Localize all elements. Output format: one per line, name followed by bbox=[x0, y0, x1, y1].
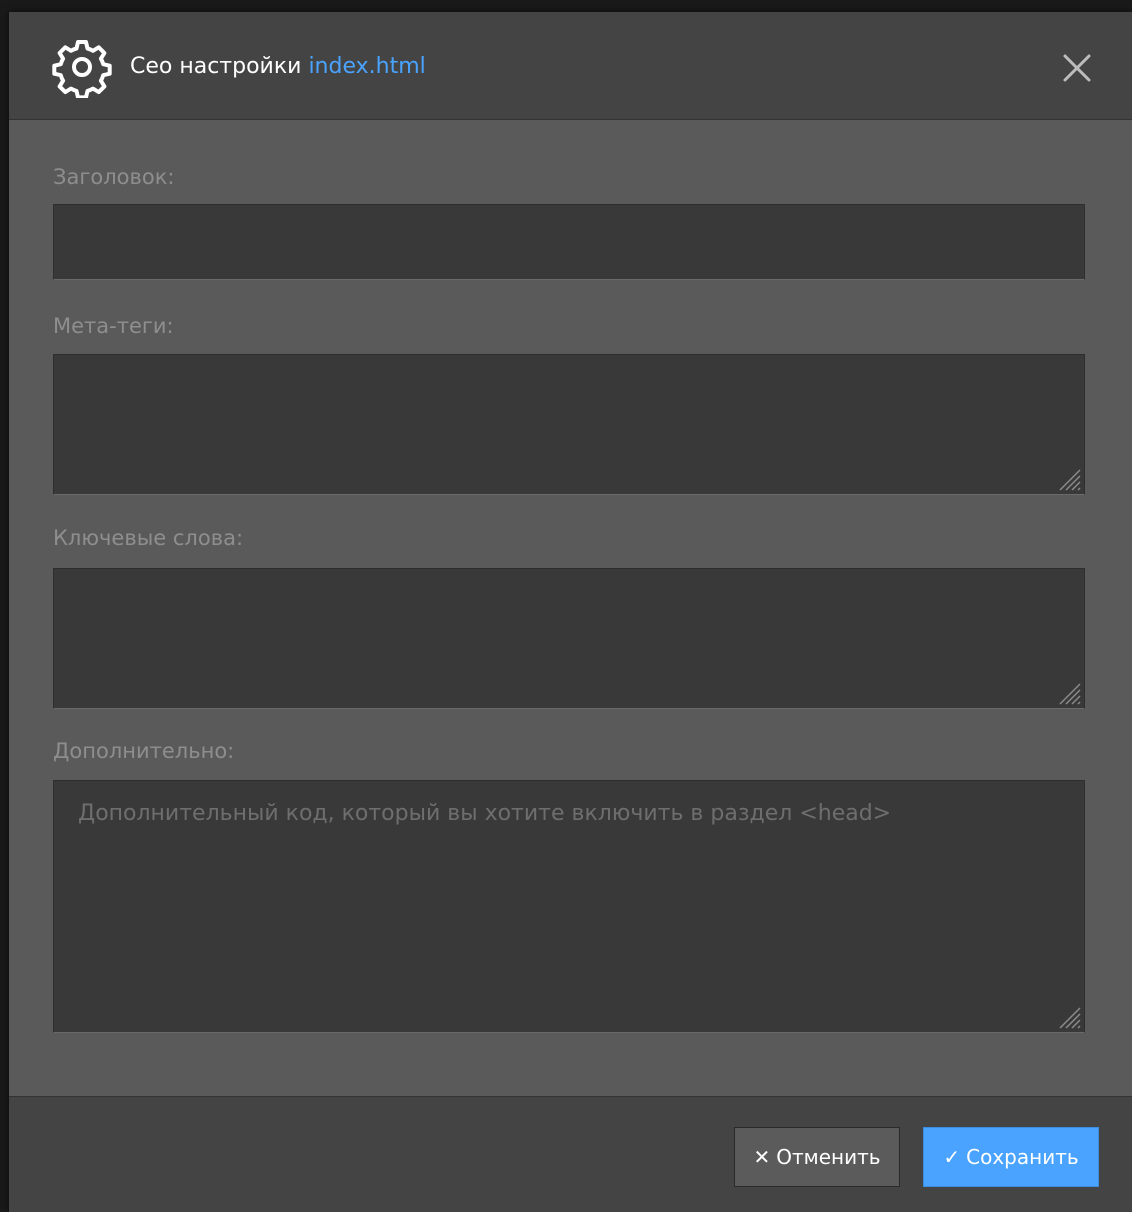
save-button-label: Сохранить bbox=[966, 1145, 1079, 1169]
close-icon: ✕ bbox=[753, 1145, 771, 1169]
dialog-filename: index.html bbox=[308, 54, 426, 79]
keywords-textarea[interactable] bbox=[54, 569, 1084, 708]
seo-settings-dialog: Сео настройки index.html Заголовок: Мета… bbox=[9, 12, 1132, 1212]
cancel-button-label: Отменить bbox=[776, 1145, 881, 1169]
title-label: Заголовок: bbox=[53, 165, 175, 189]
meta-tags-field-box bbox=[53, 354, 1085, 495]
keywords-label: Ключевые слова: bbox=[53, 526, 244, 550]
dialog-footer: ✕ Отменить ✓ Сохранить bbox=[9, 1096, 1132, 1212]
meta-tags-label: Мета-теги: bbox=[53, 314, 174, 338]
extra-field-box bbox=[53, 780, 1085, 1033]
dialog-title-text: Сео настройки bbox=[130, 54, 302, 79]
resize-grip-icon[interactable] bbox=[1052, 1000, 1082, 1030]
resize-grip-icon[interactable] bbox=[1052, 676, 1082, 706]
keywords-field-box bbox=[53, 568, 1085, 709]
extra-label: Дополнительно: bbox=[53, 739, 235, 763]
extra-code-textarea[interactable] bbox=[54, 781, 1084, 1032]
title-field-box bbox=[53, 204, 1085, 280]
close-icon[interactable] bbox=[1059, 50, 1095, 86]
meta-tags-textarea[interactable] bbox=[54, 355, 1084, 494]
dialog-header: Сео настройки index.html bbox=[9, 12, 1132, 120]
title-input[interactable] bbox=[54, 205, 1084, 279]
resize-grip-icon[interactable] bbox=[1052, 462, 1082, 492]
checkmark-icon: ✓ bbox=[943, 1145, 961, 1169]
cancel-button[interactable]: ✕ Отменить bbox=[734, 1127, 900, 1187]
gear-icon bbox=[52, 40, 112, 98]
save-button[interactable]: ✓ Сохранить bbox=[923, 1127, 1099, 1187]
dialog-title: Сео настройки index.html bbox=[130, 52, 426, 82]
